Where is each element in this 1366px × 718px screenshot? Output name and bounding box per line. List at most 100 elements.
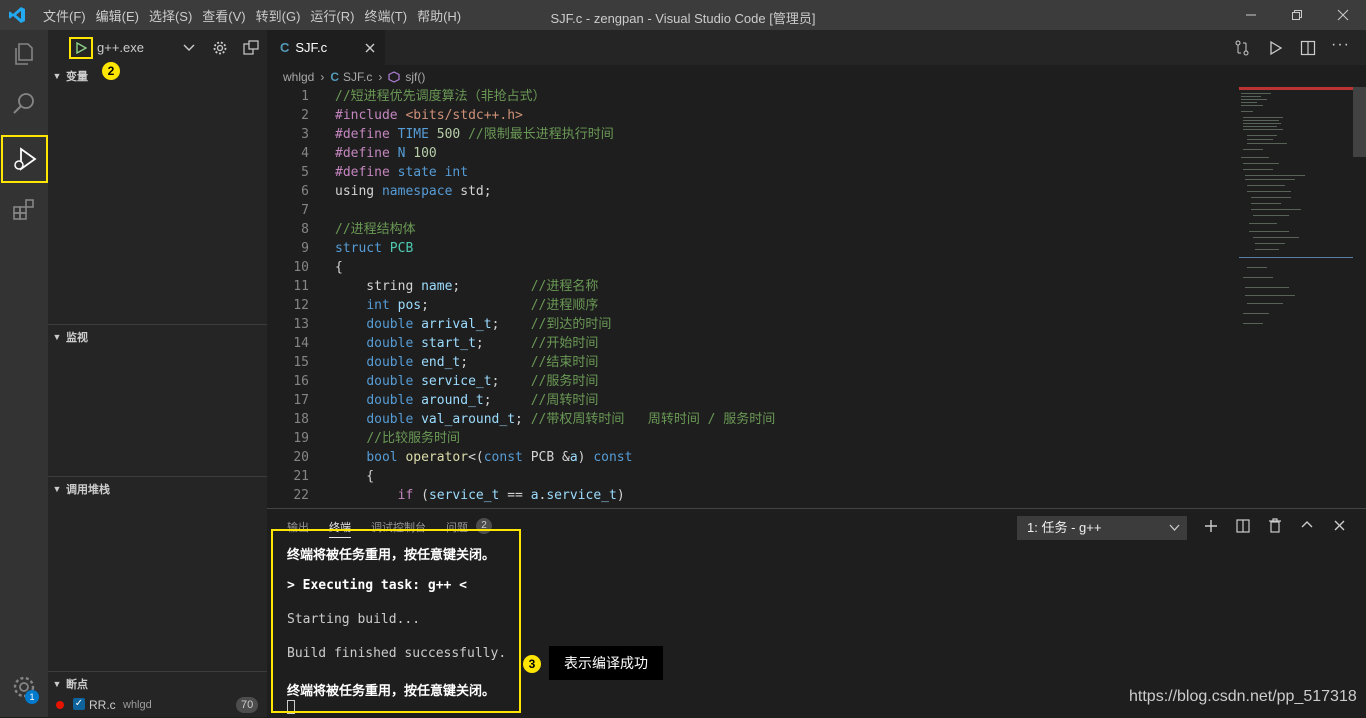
title-bar: 文件(F) 编辑(E) 选择(S) 查看(V) 转到(G) 运行(R) 终端(T… [0,0,1366,30]
activity-manage[interactable]: 1 [0,663,48,711]
c-file-icon: C [280,40,290,55]
section-callstack-label: 调用堆栈 [66,484,110,496]
code-text: double around_t; //周转时间 [366,393,599,408]
code-line[interactable]: 12 int pos; //进程顺序 [267,296,1227,315]
menu-run[interactable]: 运行(R) [305,6,359,25]
code-line[interactable]: 4 #define N 100 [267,144,1227,163]
section-watch-label: 监视 [66,332,88,344]
code-line[interactable]: 21 { [267,467,1227,486]
debug-toolbar: g++.exe [48,30,267,65]
trash-icon[interactable] [1268,518,1282,533]
breadcrumb-folder[interactable]: whlgd [283,70,314,84]
terminal-select-value: 1: 任务 - g++ [1027,520,1102,535]
breakpoint-folder: whlgd [123,699,152,711]
split-editor-icon[interactable] [1300,40,1316,56]
code-line[interactable]: 5 #define state int [267,163,1227,182]
code-line[interactable]: 10 { [267,258,1227,277]
minimize-button[interactable] [1228,0,1274,30]
play-icon [76,42,87,54]
code-line[interactable]: 20 bool operator<(const PCB &a) const [267,448,1227,467]
run-file-icon[interactable] [1268,40,1284,56]
more-actions-icon[interactable]: ··· [1331,36,1350,54]
code-line[interactable]: 13 double arrival_t; //到达的时间 [267,315,1227,334]
minimize-icon [1246,14,1256,16]
code-line[interactable]: 1 //短进程优先调度算法（非抢占式） [267,87,1227,106]
code-line[interactable]: 11 string name; //进程名称 [267,277,1227,296]
menu-file[interactable]: 文件(F) [38,6,91,25]
search-icon [13,93,34,114]
close-icon[interactable] [365,43,375,53]
chevron-down-icon: ▼ [52,679,62,689]
section-breakpoints-label: 断点 [66,679,88,691]
section-variables-label: 变量 [66,71,88,83]
menu-selection[interactable]: 选择(S) [144,6,197,25]
chevron-down-icon[interactable] [183,43,195,53]
code-line[interactable]: 6 using namespace std; [267,182,1227,201]
menu-bar: 文件(F) 编辑(E) 选择(S) 查看(V) 转到(G) 运行(R) 终端(T… [38,0,466,30]
menu-help[interactable]: 帮助(H) [412,6,466,25]
divider [48,671,267,672]
breakpoint-checkbox[interactable]: ✓ [73,698,85,710]
editor-scrollbar-thumb[interactable] [1353,87,1366,157]
compare-changes-icon[interactable] [1234,40,1250,56]
minimap[interactable] [1239,87,1353,337]
activity-explorer[interactable] [0,30,48,78]
code-line[interactable]: 17 double around_t; //周转时间 [267,391,1227,410]
code-line[interactable]: 15 double end_t; //结束时间 [267,353,1227,372]
breakpoint-line-badge: 70 [236,697,259,713]
code-text: double service_t; //服务时间 [366,374,599,389]
code-text: string name; //进程名称 [335,279,599,294]
code-text: #include <bits/stdc++.h> [335,108,523,123]
debug-console-icon[interactable] [243,40,259,56]
line-number: 17 [293,393,309,408]
tab-sjf-c[interactable]: C SJF.c [267,30,385,65]
activity-bar: 1 [0,30,48,717]
code-line[interactable]: 16 double service_t; //服务时间 [267,372,1227,391]
menu-go[interactable]: 转到(G) [251,6,306,25]
c-file-icon: C [330,70,340,84]
menu-edit[interactable]: 编辑(E) [91,6,144,25]
section-watch[interactable]: ▼ 监视 [48,326,267,348]
line-number: 1 [301,89,309,104]
restore-button[interactable] [1274,0,1320,30]
code-text: bool operator<(const PCB &a) const [366,450,633,465]
code-line[interactable]: 9 struct PCB [267,239,1227,258]
menu-terminal[interactable]: 终端(T) [359,6,412,25]
line-number: 14 [293,336,309,351]
breadcrumb-file[interactable]: SJF.c [343,70,372,84]
breakpoint-dot-icon [56,701,64,709]
highlight-run-debug [1,135,48,183]
terminal-select[interactable]: 1: 任务 - g++ [1017,516,1187,540]
code-text: { [335,469,375,484]
code-line[interactable]: 19 //比较服务时间 [267,429,1227,448]
breadcrumb-symbol[interactable]: sjf() [405,70,425,84]
menu-view[interactable]: 查看(V) [197,6,250,25]
code-area[interactable]: 1 //短进程优先调度算法（非抢占式） 2 #include <bits/stdc++… [267,87,1227,508]
code-line[interactable]: 14 double start_t; //开始时间 [267,334,1227,353]
divider [48,476,267,477]
close-icon[interactable] [1334,520,1345,531]
section-breakpoints[interactable]: ▼ 断点 [48,673,267,695]
launch-config-select[interactable]: g++.exe [97,40,144,55]
activity-extensions[interactable] [0,185,48,233]
start-debugging-button[interactable] [69,37,93,59]
extensions-icon [13,199,34,220]
section-callstack[interactable]: ▼ 调用堆栈 [48,478,267,500]
line-number: 12 [293,298,309,313]
code-line[interactable]: 22 if (service_t == a.service_t) [267,486,1227,505]
new-terminal-icon[interactable] [1204,519,1218,533]
code-line[interactable]: 18 double val_around_t; //带权周转时间 周转时间 / … [267,410,1227,429]
code-line[interactable]: 7 [267,201,1227,220]
code-line[interactable]: 8 //进程结构体 [267,220,1227,239]
activity-search[interactable] [0,80,48,128]
code-line[interactable]: 3 #define TIME 500 //限制最长进程执行时间 [267,125,1227,144]
split-terminal-icon[interactable] [1236,519,1250,533]
code-text: //短进程优先调度算法（非抢占式） [335,89,546,104]
code-text: struct PCB [335,241,414,256]
breakpoint-item[interactable]: ✓ RR.c whlgd 70 [48,695,267,715]
section-variables[interactable]: ▼ 变量 [48,65,267,87]
code-line[interactable]: 2 #include <bits/stdc++.h> [267,106,1227,125]
chevron-up-icon[interactable] [1301,520,1313,530]
close-window-button[interactable] [1320,0,1366,30]
gear-icon[interactable] [212,40,228,56]
